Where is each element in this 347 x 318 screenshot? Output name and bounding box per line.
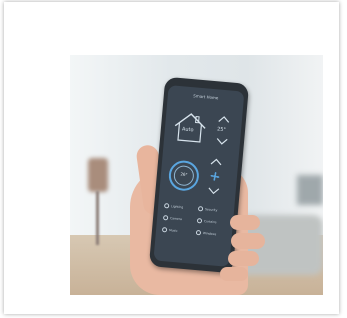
window-icon	[195, 229, 202, 236]
music-icon	[161, 227, 168, 233]
option-label: Security	[204, 207, 218, 213]
temperature-value: 25°	[216, 126, 227, 134]
chevron-down-icon[interactable]	[216, 137, 229, 146]
chevron-up-icon[interactable]	[210, 157, 223, 166]
option-label: Curtains	[203, 219, 217, 225]
option-windows[interactable]: Windows	[195, 229, 217, 237]
finger	[230, 215, 260, 230]
option-camera[interactable]: Camera	[162, 215, 183, 222]
option-security[interactable]: Security	[197, 206, 218, 213]
finger	[228, 251, 259, 266]
lightbulb-icon	[163, 203, 170, 209]
finger	[231, 233, 265, 249]
smart-home-photo: Smart Home Auto 25° 26° Lighting Securit…	[70, 55, 323, 295]
floor-lamp	[88, 158, 108, 192]
option-curtains[interactable]: Curtains	[196, 218, 217, 225]
option-lighting[interactable]: Lighting	[163, 203, 184, 210]
mode-label: Auto	[181, 126, 194, 134]
fan-icon[interactable]	[206, 168, 223, 185]
option-label: Camera	[169, 216, 183, 222]
curtain-icon	[196, 218, 203, 224]
image-frame: Smart Home Auto 25° 26° Lighting Securit…	[4, 2, 339, 314]
option-label: Music	[168, 228, 178, 233]
option-label: Lighting	[171, 204, 184, 210]
camera-icon	[162, 215, 169, 221]
finger	[220, 267, 248, 281]
app-title: Smart Home	[193, 93, 219, 101]
floor-lamp-pole	[96, 191, 99, 245]
shield-icon	[197, 206, 204, 212]
background-shelf	[297, 175, 323, 205]
chevron-down-icon[interactable]	[207, 187, 220, 196]
option-music[interactable]: Music	[161, 227, 178, 233]
chevron-up-icon[interactable]	[218, 114, 231, 123]
option-label: Windows	[202, 231, 217, 237]
